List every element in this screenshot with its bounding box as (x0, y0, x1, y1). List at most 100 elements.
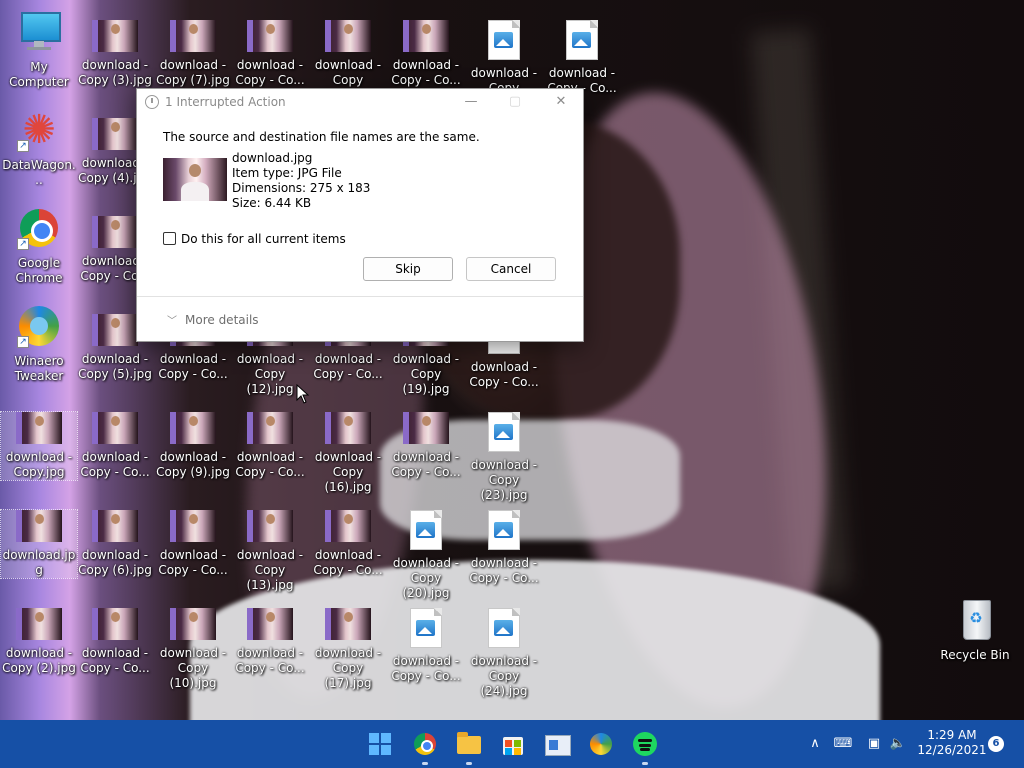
winaero-icon (590, 733, 612, 755)
desktop-icon-file[interactable]: download - Copy.jpg (0, 411, 78, 481)
image-thumbnail-icon (16, 510, 62, 542)
news-icon (545, 735, 571, 756)
image-thumbnail-icon (92, 412, 138, 444)
desktop-icon-file[interactable]: download - Copy (20).jpg (388, 510, 464, 601)
image-thumbnail-icon (16, 608, 62, 640)
desktop-icon-file[interactable]: download - Copy - Co... (77, 412, 153, 480)
more-details-toggle[interactable]: ﹀ More details (167, 312, 259, 327)
image-thumbnail-icon (170, 608, 216, 640)
desktop-icon-file[interactable]: download - Copy (9).jpg (155, 412, 231, 480)
desktop-icon-label: download - Copy (16).jpg (314, 450, 382, 494)
folder-icon (457, 732, 481, 754)
taskbar-chrome[interactable] (410, 729, 440, 765)
desktop-icon-label: download - Copy - Co... (391, 654, 461, 683)
file-size: Size: 6.44 KB (232, 196, 312, 210)
desktop-icon-label: Winaero Tweaker (14, 354, 64, 383)
desktop-icon-file[interactable]: download - Copy - Co... (388, 20, 464, 88)
apply-all-row[interactable]: Do this for all current items (163, 232, 346, 246)
desktop-icon-file[interactable]: download - Copy - Co... (232, 412, 308, 480)
winaero-icon: ↗ (17, 304, 61, 348)
image-thumbnail-icon (170, 20, 216, 52)
desktop-icon-label: download - Copy (13).jpg (236, 548, 304, 592)
desktop-icon-file[interactable]: download - Copy (6).jpg (77, 510, 153, 578)
desktop-icon-file[interactable]: download - Copy (17).jpg (310, 608, 386, 691)
image-thumbnail-icon (247, 608, 293, 640)
dialog-titlebar[interactable]: 1 Interrupted Action — ▢ ✕ (137, 89, 583, 117)
file-name: download.jpg (232, 151, 313, 165)
desktop-icon-label: download - Copy - Co... (469, 360, 539, 389)
keyboard-icon[interactable]: ⌨ (832, 734, 854, 754)
desktop-icon-file[interactable]: download - Copy (2).jpg (1, 608, 77, 676)
desktop-icon-file[interactable]: download - Copy - Co... (155, 510, 231, 578)
close-button[interactable]: ✕ (551, 93, 571, 111)
desktop-icon-file[interactable]: download - Copy - Co... (466, 510, 542, 586)
image-thumbnail-icon (92, 118, 138, 150)
cancel-button[interactable]: Cancel (466, 257, 556, 281)
more-details-label[interactable]: More details (185, 313, 259, 327)
desktop-icon-label: download.jpg (2, 548, 76, 577)
desktop-icon-file[interactable]: download - Copy (3).jpg (77, 20, 153, 88)
interrupted-action-dialog: 1 Interrupted Action — ▢ ✕ The source an… (136, 88, 584, 342)
desktop-icon-file[interactable]: download - Copy - Co... (232, 20, 308, 88)
desktop-icon-file[interactable]: download - Copy - Co... (388, 608, 464, 684)
taskbar-file-explorer[interactable] (454, 729, 484, 765)
clock-date: 12/26/2021 (917, 743, 987, 757)
desktop-icon-file[interactable]: download - Copy - Co... (232, 608, 308, 676)
desktop-icon-winaero-tweaker[interactable]: ↗ Winaero Tweaker (1, 304, 77, 384)
network-icon[interactable]: ▣ (864, 734, 884, 754)
computer-icon (17, 10, 61, 54)
minimize-button[interactable]: — (461, 93, 481, 111)
clock-time: 1:29 AM (927, 728, 977, 742)
desktop-icon-file[interactable]: download - Copy (7).jpg (155, 20, 231, 88)
image-file-icon (488, 412, 520, 452)
volume-icon[interactable]: 🔈 (888, 734, 908, 754)
taskbar-microsoft-store[interactable] (498, 729, 528, 759)
image-thumbnail-icon (170, 412, 216, 444)
taskbar-clock[interactable]: 1:29 AM 12/26/2021 (912, 728, 992, 758)
desktop-icon-file[interactable]: download.jpg (0, 509, 78, 579)
taskbar-winaero-tweaker[interactable] (586, 729, 616, 759)
start-button[interactable] (365, 729, 395, 759)
image-file-icon (488, 608, 520, 648)
desktop-icon-label: download - Copy - Co... (235, 58, 305, 87)
taskbar-spotify[interactable] (630, 729, 660, 765)
desktop-icon-recycle-bin[interactable]: ♻ Recycle Bin (937, 598, 1013, 663)
desktop-icon-datawagon[interactable]: ✺ ↗ DataWagon... (1, 108, 77, 188)
desktop-icon-label: download - Copy - Co... (80, 646, 150, 675)
desktop-icon-file[interactable]: download - Copy - Co... (77, 608, 153, 676)
file-thumbnail (163, 158, 227, 201)
desktop-icon-file[interactable]: download - Copy - Co... (388, 412, 464, 480)
apply-all-label[interactable]: Do this for all current items (181, 232, 346, 246)
desktop-icon-my-computer[interactable]: My Computer (1, 10, 77, 90)
skip-button[interactable]: Skip (363, 257, 453, 281)
desktop-icon-file[interactable]: download - Copy (23).jpg (466, 412, 542, 503)
image-file-icon (488, 20, 520, 60)
apply-all-checkbox[interactable] (163, 232, 176, 245)
taskbar-news[interactable] (542, 729, 572, 759)
desktop-icon-file[interactable]: download - Copy (10).jpg (155, 608, 231, 691)
desktop-icon-file[interactable]: download - Copy - Co... (310, 510, 386, 578)
image-thumbnail-icon (247, 510, 293, 542)
desktop-icon-label: download - Copy (5).jpg (78, 352, 152, 381)
image-thumbnail-icon (403, 412, 449, 444)
desktop-icon-file[interactable]: download - Copy (24).jpg (466, 608, 542, 699)
notification-badge[interactable]: 6 (988, 736, 1004, 752)
image-file-icon (566, 20, 598, 60)
desktop-icon-label: download - Copy (3).jpg (78, 58, 152, 87)
taskbar: ∧ ⌨ ▣ 🔈 (0, 720, 1024, 768)
image-file-icon (410, 608, 442, 648)
desktop-icon-file[interactable]: download - Copy (16).jpg (310, 412, 386, 495)
desktop-icon-label: download - Copy (10).jpg (159, 646, 227, 690)
windows-logo-icon (369, 733, 391, 755)
maximize-button[interactable]: ▢ (505, 93, 525, 111)
desktop-icon-label: download - Copy - Co... (391, 450, 461, 479)
desktop-icon-label: download - Copy - Co... (80, 450, 150, 479)
datawagon-icon: ✺ ↗ (17, 108, 61, 152)
desktop-icon-label: download - Copy (24).jpg (470, 654, 538, 698)
show-hidden-icons-chevron-icon[interactable]: ∧ (806, 734, 824, 754)
desktop-icon-label: download - Copy (20).jpg (392, 556, 460, 600)
desktop-icon-file[interactable]: download - Copy - Co... (544, 20, 620, 96)
desktop-icon-google-chrome[interactable]: ↗ Google Chrome (1, 206, 77, 286)
desktop-icon-file[interactable]: download - Copy (13).jpg (232, 510, 308, 593)
desktop-icon-label: download - Copy (9).jpg (156, 450, 230, 479)
